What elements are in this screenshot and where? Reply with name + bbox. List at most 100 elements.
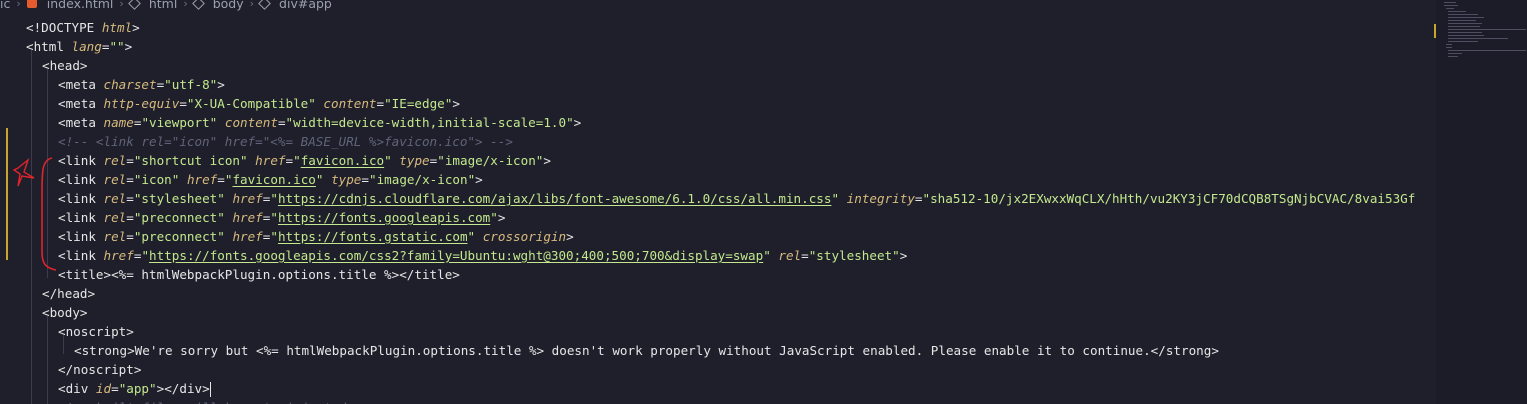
code-token: " xyxy=(467,229,476,244)
code-token: = xyxy=(111,381,119,396)
code-line[interactable]: <link rel="preconnect" href="https://fon… xyxy=(58,227,574,246)
html5-icon xyxy=(26,0,37,8)
code-token: " xyxy=(384,153,392,168)
code-token: <meta xyxy=(58,77,104,92)
code-line[interactable]: <head> xyxy=(42,56,88,75)
code-token: "image/x-icon" xyxy=(369,172,476,187)
breadcrumb-item-body[interactable]: body xyxy=(213,0,244,11)
code-token: rel xyxy=(103,210,127,225)
code-token: We're sorry but <%= htmlWebpackPlugin.op… xyxy=(134,343,1151,358)
code-token: > xyxy=(543,153,551,168)
code-token: </noscript> xyxy=(58,362,142,377)
code-token: > xyxy=(573,115,582,130)
code-line[interactable]: <div id="app"></div> xyxy=(58,379,211,398)
chevron-right-icon: › xyxy=(16,0,21,10)
modified-lines-marker xyxy=(6,128,8,260)
code-line[interactable]: <link rel="shortcut icon" href="favicon.… xyxy=(58,151,551,170)
code-token: <body> xyxy=(42,305,88,320)
code-token: > xyxy=(899,248,908,263)
code-token: https://fonts.gstatic.com xyxy=(277,229,468,244)
indent-guide xyxy=(47,316,48,404)
code-line[interactable]: <meta http-equiv="X-UA-Compatible" conte… xyxy=(58,94,460,113)
element-icon xyxy=(258,0,271,10)
code-token: " xyxy=(490,210,498,225)
code-line[interactable]: <body> xyxy=(42,303,88,322)
code-line[interactable]: <link rel="stylesheet" href="https://cdn… xyxy=(58,189,1415,208)
code-token: = xyxy=(801,248,809,263)
code-line[interactable]: <strong>We're sorry but <%= htmlWebpackP… xyxy=(74,341,1219,360)
code-token: "X-UA-Compatible" xyxy=(186,96,316,111)
code-token: href xyxy=(186,172,218,187)
code-token: charset xyxy=(103,77,157,92)
breadcrumb-item-html[interactable]: html xyxy=(149,0,177,11)
code-token: lang xyxy=(71,39,102,54)
code-token: > xyxy=(475,172,483,187)
code-token: rel xyxy=(103,153,127,168)
code-token: href xyxy=(232,210,263,225)
code-line[interactable]: <!DOCTYPE html> xyxy=(26,18,140,37)
code-line[interactable]: <noscript> xyxy=(58,322,134,341)
code-token: = xyxy=(126,210,134,225)
code-token: href xyxy=(232,191,263,206)
code-token: > xyxy=(452,96,460,111)
red-annotation xyxy=(12,157,57,271)
code-token: = xyxy=(217,172,225,187)
code-token: http-equiv xyxy=(103,96,180,111)
code-token: id xyxy=(95,381,112,396)
code-token: = xyxy=(361,172,369,187)
code-line[interactable]: <link href="https://fonts.googleapis.com… xyxy=(58,246,907,265)
chevron-right-icon: › xyxy=(249,0,255,10)
code-token: " xyxy=(763,248,771,263)
code-token: rel xyxy=(103,172,127,187)
code-line[interactable]: <!-- built files will be auto injected -… xyxy=(58,398,376,404)
code-line[interactable]: <link rel="preconnect" href="https://fon… xyxy=(58,208,505,227)
code-token: content xyxy=(323,96,377,111)
code-token: https://cdnjs.cloudflare.com/ajax/libs/f… xyxy=(277,191,832,206)
chevron-right-icon: › xyxy=(183,0,188,10)
code-token: </title> xyxy=(399,267,460,282)
code-token: "icon" xyxy=(133,172,180,187)
code-line[interactable]: <html lang=""> xyxy=(26,37,132,56)
code-token: "stylesheet" xyxy=(808,248,900,263)
code-line[interactable]: <title><%= htmlWebpackPlugin.options.tit… xyxy=(58,265,460,284)
code-token: <noscript> xyxy=(58,324,134,339)
breadcrumb-item-folder[interactable]: ic xyxy=(0,0,10,11)
code-line[interactable]: <!-- <link rel="icon" href="<%= BASE_URL… xyxy=(58,132,513,151)
breadcrumb-item-file[interactable]: index.html xyxy=(47,0,114,11)
code-line[interactable]: <meta charset="utf-8"> xyxy=(58,75,225,94)
code-token: name xyxy=(103,115,134,130)
code-token: crossorigin xyxy=(482,229,567,244)
code-token: "app" xyxy=(118,381,157,396)
code-token: ></div> xyxy=(156,381,210,396)
code-line[interactable]: <link rel="icon" href="favicon.ico" type… xyxy=(58,170,483,189)
code-token: = xyxy=(179,96,187,111)
code-token: = xyxy=(376,96,385,111)
code-token: "width=device-width,initial-scale=1.0" xyxy=(285,115,574,130)
text-cursor xyxy=(209,382,211,397)
code-token: " xyxy=(270,210,278,225)
code-token: " xyxy=(270,191,278,206)
code-token: <%= htmlWebpackPlugin.options.title %> xyxy=(111,267,400,282)
breadcrumb-item-div-app[interactable]: div#app xyxy=(279,0,332,11)
code-token: > xyxy=(566,229,574,244)
code-line[interactable]: <meta name="viewport" content="width=dev… xyxy=(58,113,581,132)
code-token: "preconnect" xyxy=(133,210,225,225)
chevron-right-icon: › xyxy=(119,0,124,10)
code-token: </strong> xyxy=(1150,343,1219,358)
code-token: = xyxy=(285,153,294,168)
code-token: = xyxy=(126,153,134,168)
code-line[interactable]: </noscript> xyxy=(58,360,141,379)
code-token: html xyxy=(101,20,133,35)
code-editor[interactable]: <!DOCTYPE html> <html lang=""> <head> <meta… xyxy=(0,12,1433,404)
code-token: "shortcut icon" xyxy=(133,153,248,168)
code-token: <!-- built files will be auto injected -… xyxy=(58,400,376,404)
code-token: " xyxy=(141,248,150,263)
code-token: > xyxy=(217,77,225,92)
code-token: "viewport" xyxy=(141,115,218,130)
code-token: = xyxy=(126,229,134,244)
code-token: <!-- <link rel="icon" href="<%= BASE_URL… xyxy=(58,134,513,149)
minimap[interactable] xyxy=(1436,0,1527,404)
code-token: type xyxy=(331,172,362,187)
